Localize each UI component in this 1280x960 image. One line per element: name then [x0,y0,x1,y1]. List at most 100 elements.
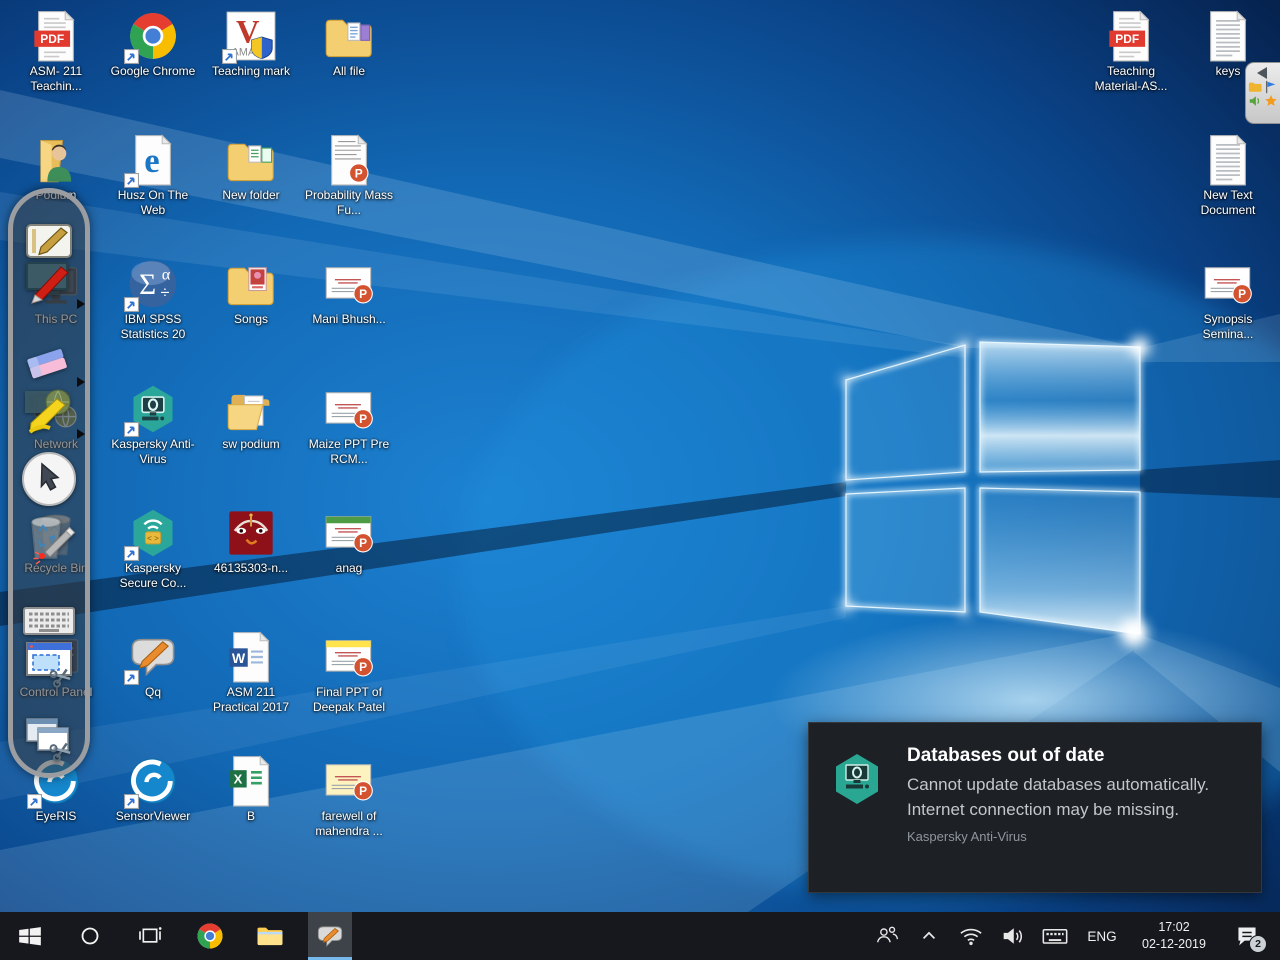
desktop-icon-asm-211-practical-2017[interactable]: WASM 211 Practical 2017 [203,631,299,715]
kaspersky-notification-toast[interactable]: Databases out of date Cannot update data… [808,722,1262,893]
desktop-icon-label: Teaching Material-AS... [1083,64,1179,94]
podium-folder-icon [30,134,82,186]
tray-wifi-icon[interactable] [954,912,988,960]
desktop-icon-teaching-material-pdf[interactable]: PDF Teaching Material-AS... [1083,10,1179,94]
pointer-tool[interactable] [21,451,77,507]
shortcut-arrow-icon [124,546,139,561]
eraser-tool[interactable] [21,333,77,389]
cortana-search-button[interactable] [68,912,112,960]
desktop-icon-kaspersky-anti-virus[interactable]: Kaspersky Anti-Virus [105,383,201,467]
ibm-spss-statistics-20-icon: Σα÷ [127,258,179,310]
tray-volume-icon[interactable] [996,912,1030,960]
desktop-icon-label: keys [1216,64,1241,79]
chrome-icon [195,921,225,951]
svg-text:P: P [355,166,363,180]
podium-app-icon [315,921,345,951]
annotation-toolbar [8,188,90,778]
desktop-icon-label: ASM- 211 Teachin... [8,64,104,94]
desktop-icon-synopsis-seminar[interactable]: PSynopsis Semina... [1180,258,1276,342]
desktop-icon-mani-bhush[interactable]: P Mani Bhush... [301,258,397,327]
svg-text:P: P [1238,287,1246,301]
capture-region-tool[interactable] [21,637,77,693]
desktop-icon-qq[interactable]: Qq [105,631,201,700]
sensorviewer-icon [127,755,179,807]
desktop-icon-label: Teaching mark [212,64,290,79]
desktop-icon-google-chrome[interactable]: Google Chrome [105,10,201,79]
taskbar-chrome-button[interactable] [188,912,232,960]
desktop-icon-new-text-document[interactable]: New Text Document [1180,134,1276,218]
mani-bhush-icon: P [323,258,375,310]
collapsed-dock-tab[interactable] [1245,62,1280,124]
teaching-material-pdf-icon: PDF [1105,10,1157,62]
durga-image-icon [225,507,277,559]
desktop-icon-label: Maize PPT Pre RCM... [301,437,397,467]
desktop-icon-maize-ppt[interactable]: PMaize PPT Pre RCM... [301,383,397,467]
start-button[interactable] [8,912,52,960]
desktop-icon-asm-211-teaching-pdf[interactable]: PDF ASM- 211 Teachin... [8,10,104,94]
svg-text:e: e [144,142,159,180]
shortcut-arrow-icon [124,422,139,437]
notification-app-name: Kaspersky Anti-Virus [907,829,1237,844]
desktop-icon-label: 46135303-n... [214,561,288,576]
desktop-icon-new-folder[interactable]: New folder [203,134,299,203]
taskbar-clock[interactable]: 17:02 02-12-2019 [1132,919,1216,954]
collapse-arrow-icon[interactable] [1253,66,1273,80]
desktop-icon-anag[interactable]: Panag [301,507,397,576]
desktop-icon-durga-image[interactable]: 46135303-n... [203,507,299,576]
desktop-icon-label: SensorViewer [116,809,190,824]
desktop-icon-final-ppt-deepak-patel[interactable]: P Final PPT of Deepak Patel [301,631,397,715]
kaspersky-anti-virus-icon [127,383,179,435]
clear-annotations-tool[interactable] [21,509,77,565]
cortana-circle-icon [75,921,105,951]
desktop-icon-label: ASM 211 Practical 2017 [203,685,299,715]
kaspersky-hexagon-icon [809,723,905,892]
screen-pen-tool[interactable] [21,255,77,311]
desktop-icon-label: Google Chrome [111,64,196,79]
dock-flag-icon [1264,80,1278,94]
clock-time: 17:02 [1132,919,1216,937]
capture-window-tool[interactable] [21,711,77,767]
language-indicator[interactable]: ENG [1080,929,1124,944]
file-explorer-icon [255,921,285,951]
desktop-icon-sensorviewer[interactable]: SensorViewer [105,755,201,824]
desktop-icon-teaching-mark[interactable]: VAMATeaching mark [203,10,299,79]
svg-text:PDF: PDF [40,32,64,46]
desktop-icon-kaspersky-secure-connection[interactable]: < >Kaspersky Secure Co... [105,507,201,591]
taskbar-podium-app-button[interactable] [308,912,352,960]
svg-text:P: P [359,287,367,301]
desktop-icon-ibm-spss-statistics-20[interactable]: Σα÷IBM SPSS Statistics 20 [105,258,201,342]
desktop-icon-label: Qq [145,685,161,700]
desktop-icon-sw-podium[interactable]: sw podium [203,383,299,452]
desktop-icon-label: sw podium [222,437,279,452]
svg-text:PDF: PDF [1115,32,1139,46]
sw-podium-icon [225,383,277,435]
desktop-icon-label: anag [336,561,363,576]
tray-people-icon[interactable] [870,912,904,960]
all-file-icon [323,10,375,62]
flyout-arrow-icon [77,377,85,387]
clock-date: 02-12-2019 [1132,936,1216,954]
dock-folder-icon [1248,80,1262,93]
tray-hidden-icons-chevron-icon[interactable] [912,912,946,960]
desktop-icon-label: All file [333,64,365,79]
svg-text:P: P [359,660,367,674]
tray-touch-keyboard-icon[interactable] [1038,912,1072,960]
action-center-button[interactable]: 2 [1224,912,1270,960]
new-folder-icon [225,134,277,186]
shortcut-arrow-icon [124,173,139,188]
taskbar-file-explorer-button[interactable] [248,912,292,960]
desktop-icon-probability-mass[interactable]: P Probability Mass Fu... [301,134,397,218]
desktop-icon-label: Probability Mass Fu... [301,188,397,218]
desktop-icon-all-file[interactable]: All file [301,10,397,79]
desktop-icon-farewell-of-mahendra[interactable]: Pfarewell of mahendra ... [301,755,397,839]
desktop-icon-b-excel[interactable]: XB [203,755,299,824]
shortcut-arrow-icon [124,670,139,685]
task-view-button[interactable] [128,912,172,960]
highlighter-pen-tool[interactable] [21,385,77,441]
google-chrome-icon [127,10,179,62]
desktop-icon-label: Final PPT of Deepak Patel [301,685,397,715]
svg-text:Σ: Σ [139,269,156,301]
desktop-icon-husz-on-the-web[interactable]: eHusz On The Web [105,134,201,218]
desktop-icon-label: Mani Bhush... [312,312,385,327]
desktop-icon-songs[interactable]: Songs [203,258,299,327]
